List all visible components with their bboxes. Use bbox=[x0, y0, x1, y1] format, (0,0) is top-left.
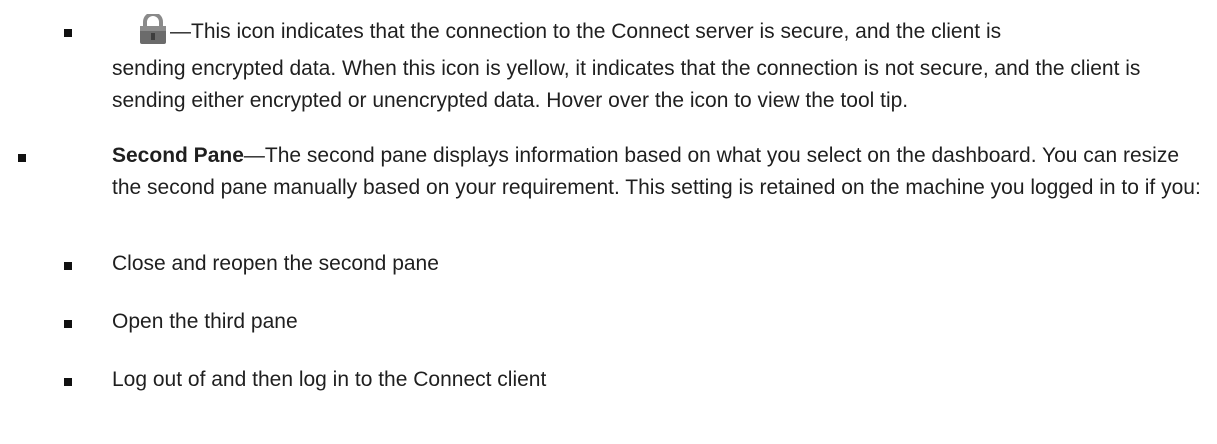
bullet-marker bbox=[18, 154, 26, 162]
lock-icon bbox=[136, 14, 170, 44]
list-item: Close and reopen the second pane bbox=[112, 252, 439, 275]
bullet-marker bbox=[64, 29, 72, 37]
document-page: —This icon indicates that the connection… bbox=[0, 0, 1217, 444]
bullet-marker bbox=[64, 378, 72, 386]
list-item: Log out of and then log in to the Connec… bbox=[112, 368, 547, 391]
second-pane-description: —The second pane displays information ba… bbox=[112, 144, 1201, 199]
bullet-marker bbox=[64, 262, 72, 270]
lock-icon-description-first-line: —This icon indicates that the connection… bbox=[170, 20, 1002, 43]
lock-icon-item: —This icon indicates that the connection… bbox=[112, 14, 1207, 48]
second-pane-term: Second Pane bbox=[112, 144, 244, 167]
second-pane-item: Second Pane—The second pane displays inf… bbox=[112, 140, 1207, 203]
bullet-marker bbox=[64, 320, 72, 328]
lock-icon-description: sending encrypted data. When this icon i… bbox=[112, 57, 1141, 112]
list-item: Open the third pane bbox=[112, 310, 298, 333]
